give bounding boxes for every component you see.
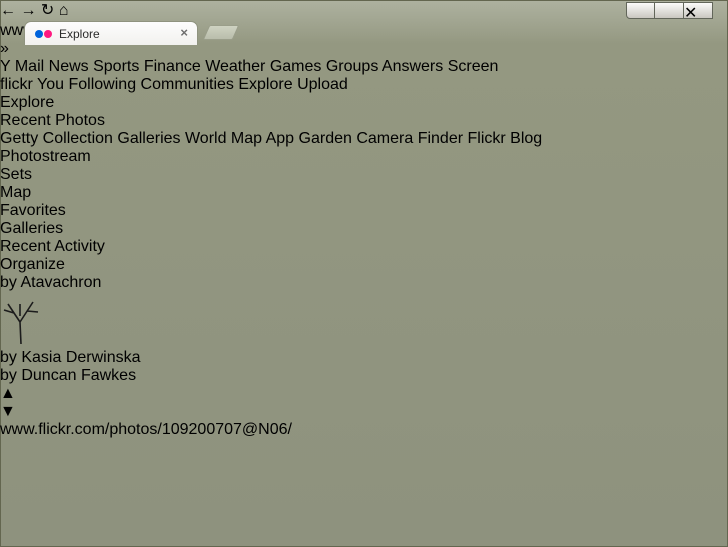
window-controls: ✕	[626, 2, 713, 22]
recent-photos-label: Recent Photos	[0, 112, 105, 129]
menu-item-organize[interactable]: Organize	[0, 256, 728, 274]
page-title: Explore	[0, 94, 55, 111]
link-world-map[interactable]: World Map	[185, 130, 262, 147]
yahoo-item-screen[interactable]: Screen	[448, 58, 499, 75]
photo-attribution[interactable]: by Atavachron	[0, 274, 101, 291]
close-button[interactable]: ✕	[684, 2, 713, 22]
photo-desert-tree[interactable]	[0, 292, 728, 349]
yahoo-item-mail[interactable]: Mail	[15, 58, 44, 75]
yahoo-item-news[interactable]: News	[49, 58, 89, 75]
home-icon[interactable]: ⌂	[59, 2, 69, 19]
link-app-garden[interactable]: App Garden	[266, 130, 352, 147]
photo-attribution[interactable]: by Duncan Fawkes	[0, 367, 136, 384]
bare-tree-icon	[3, 301, 39, 345]
photo-attribution[interactable]: by Kasia Derwinska	[0, 349, 141, 366]
vertical-scrollbar[interactable]: ▲ ▼	[0, 385, 728, 421]
menu-item-map[interactable]: Map	[0, 184, 728, 202]
reload-icon[interactable]: ↻	[41, 2, 54, 19]
status-link-preview: www.flickr.com/photos/109200707@N06/	[0, 421, 292, 438]
page-content: Y Mail News Sports Finance Weather Games…	[0, 58, 728, 385]
flickr-nav-explore[interactable]: Explore	[238, 76, 292, 93]
extensions-overflow-icon[interactable]: »	[0, 40, 9, 57]
forward-icon[interactable]: →	[20, 2, 36, 19]
tab-title: Explore	[59, 27, 100, 41]
yahoo-item-groups[interactable]: Groups	[326, 58, 378, 75]
browser-tab[interactable]: Explore ×	[24, 21, 198, 45]
flickr-nav-upload[interactable]: Upload	[297, 76, 348, 93]
scroll-down-button[interactable]: ▼	[0, 403, 728, 421]
menu-item-favorites[interactable]: Favorites	[0, 202, 728, 220]
menu-item-galleries[interactable]: Galleries	[0, 220, 728, 238]
photo-frame[interactable]: by Duncan Fawkes	[0, 367, 728, 385]
flickr-logo[interactable]: flickr	[0, 76, 33, 93]
you-dropdown-menu: Photostream Sets Map Favorites Galleries…	[0, 148, 728, 274]
browser-viewport: Y Mail News Sports Finance Weather Games…	[0, 58, 728, 421]
yahoo-item-games[interactable]: Games	[270, 58, 322, 75]
yahoo-toolbar: Y Mail News Sports Finance Weather Games…	[0, 58, 728, 76]
annotation-arrow-icon	[0, 439, 728, 547]
flickr-nav-communities[interactable]: Communities	[141, 76, 234, 93]
photo-frame[interactable]: by Atavachron	[0, 274, 728, 292]
link-galleries[interactable]: Galleries	[117, 130, 180, 147]
link-camera-finder[interactable]: Camera Finder	[356, 130, 463, 147]
explore-links-row: Getty Collection Galleries World Map App…	[0, 130, 728, 148]
minimize-button[interactable]	[626, 2, 655, 19]
photo-frame[interactable]: by Kasia Derwinska	[0, 292, 728, 367]
flickr-nav-you[interactable]: You	[37, 76, 64, 93]
yahoo-item-weather[interactable]: Weather	[205, 58, 265, 75]
link-getty-collection[interactable]: Getty Collection	[0, 130, 113, 147]
link-flickr-blog[interactable]: Flickr Blog	[468, 130, 543, 147]
browser-window: Explore × ✕ ← → ↻ ⌂ www.flickr.com/explo…	[0, 0, 728, 547]
scroll-up-button[interactable]: ▲	[0, 385, 728, 403]
flickr-header: flickr You Following Communities Explore…	[0, 76, 728, 94]
yahoo-item-sports[interactable]: Sports	[93, 58, 139, 75]
yahoo-item-finance[interactable]: Finance	[144, 58, 201, 75]
menu-item-sets[interactable]: Sets	[0, 166, 728, 184]
flickr-favicon-icon	[35, 30, 53, 38]
menu-item-recent-activity[interactable]: Recent Activity	[0, 238, 728, 256]
tab-close-icon[interactable]: ×	[180, 25, 188, 40]
back-icon[interactable]: ←	[0, 2, 16, 19]
flickr-nav-following[interactable]: Following	[69, 76, 137, 93]
yahoo-logo-icon[interactable]: Y	[0, 58, 10, 75]
yahoo-item-answers[interactable]: Answers	[382, 58, 443, 75]
menu-item-photostream[interactable]: Photostream	[0, 148, 728, 166]
maximize-button[interactable]	[655, 2, 684, 19]
